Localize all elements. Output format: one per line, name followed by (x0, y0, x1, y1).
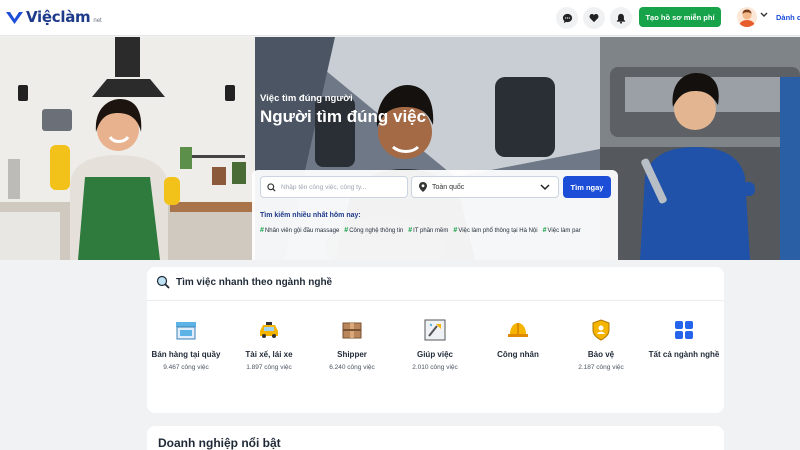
popular-tag[interactable]: # Việc làm par (543, 225, 581, 236)
category-name: Tài xế, lái xe (245, 350, 293, 359)
popular-tag[interactable]: # Nhân viên gội đầu massage (260, 225, 339, 236)
popular-searches-title: Tìm kiếm nhiều nhất hôm nay: (260, 212, 361, 219)
categories-header: Tìm việc nhanh theo ngành nghề (156, 275, 332, 289)
hero-subtitle: Việc tìm đúng người (260, 93, 353, 104)
location-value: Toàn quốc (432, 183, 465, 191)
logo-text: Việclàm (26, 8, 91, 26)
hashtag-icon: # (542, 227, 547, 234)
hashtag-icon: # (408, 227, 413, 234)
category-item-shipper[interactable]: Shipper 6.240 công việc (311, 318, 393, 371)
category-item-housekeeping[interactable]: Giúp việc 2.010 công việc (394, 318, 476, 371)
keyword-search-field[interactable] (260, 176, 408, 198)
store-icon (176, 322, 196, 340)
taxi-icon (260, 322, 278, 338)
popular-tag[interactable]: # Việc làm phổ thông tại Hà Nội (453, 225, 537, 236)
hashtag-icon: # (453, 227, 458, 234)
chat-icon[interactable] (556, 7, 578, 29)
hero-image-cleaner (0, 37, 255, 260)
category-name: Bảo vệ (587, 350, 615, 359)
category-count: 2.010 công việc (412, 364, 458, 371)
hashtag-icon: # (260, 227, 264, 234)
shield-icon (592, 319, 610, 341)
keyword-search-input[interactable] (281, 183, 399, 191)
grid-icon (675, 321, 693, 339)
category-count: 6.240 công việc (329, 364, 375, 371)
logo-check-icon (6, 12, 23, 24)
box-icon (342, 322, 362, 339)
category-count: 1.897 công việc (246, 364, 292, 371)
location-select[interactable]: Toàn quốc (411, 176, 559, 198)
site-logo[interactable]: Việclàm net (6, 8, 102, 26)
category-item-store[interactable]: Bán hàng tại quầy 9.467 công việc (145, 318, 227, 371)
create-profile-button[interactable]: Tạo hồ sơ miễn phí (639, 7, 721, 27)
category-item-all[interactable]: Tất cả ngành nghề (643, 318, 725, 364)
category-name: Tất cả ngành nghề (648, 350, 720, 359)
heart-icon[interactable] (583, 7, 605, 29)
hero-image-mechanic (600, 37, 800, 260)
category-name: Bán hàng tại quầy (151, 350, 221, 359)
bell-icon[interactable] (610, 7, 632, 29)
category-name: Giúp việc (416, 350, 453, 359)
divider (147, 300, 724, 301)
search-icon (267, 182, 276, 192)
logo-suffix: net (93, 17, 102, 24)
user-avatar[interactable] (737, 7, 757, 27)
category-name: Shipper (337, 350, 367, 359)
chevron-down-icon[interactable] (760, 12, 768, 18)
category-item-security[interactable]: Bảo vệ 2.187 công việc (560, 318, 642, 371)
cleaning-icon (424, 319, 446, 341)
category-count: 2.187 công việc (578, 364, 624, 371)
featured-companies-title: Doanh nghiệp nổi bật (158, 436, 281, 450)
helmet-icon (508, 323, 528, 337)
chevron-down-icon (540, 184, 550, 191)
popular-tag[interactable]: # Công nghệ thông tin (344, 225, 403, 236)
search-button[interactable]: Tìm ngay (563, 176, 611, 198)
categories-title: Tìm việc nhanh theo ngành nghề (176, 276, 333, 288)
location-pin-icon (419, 182, 427, 192)
category-item-driver[interactable]: Tài xế, lái xe 1.897 công việc (228, 318, 310, 371)
category-name: Công nhân (497, 350, 539, 359)
top-header: Việclàm net Tạo hồ sơ miễn phí Dành c (0, 0, 800, 36)
category-item-worker[interactable]: Công nhân (477, 318, 559, 364)
hashtag-icon: # (344, 227, 349, 234)
employer-link[interactable]: Dành c (776, 13, 800, 22)
hero-title: Người tìm đúng việc (260, 107, 427, 126)
category-count: 9.467 công việc (163, 364, 209, 371)
popular-tags: # Nhân viên gội đầu massage # Công nghệ th… (260, 225, 612, 236)
popular-tag[interactable]: # IT phần mềm (408, 225, 448, 236)
magnifier-icon (156, 275, 170, 289)
